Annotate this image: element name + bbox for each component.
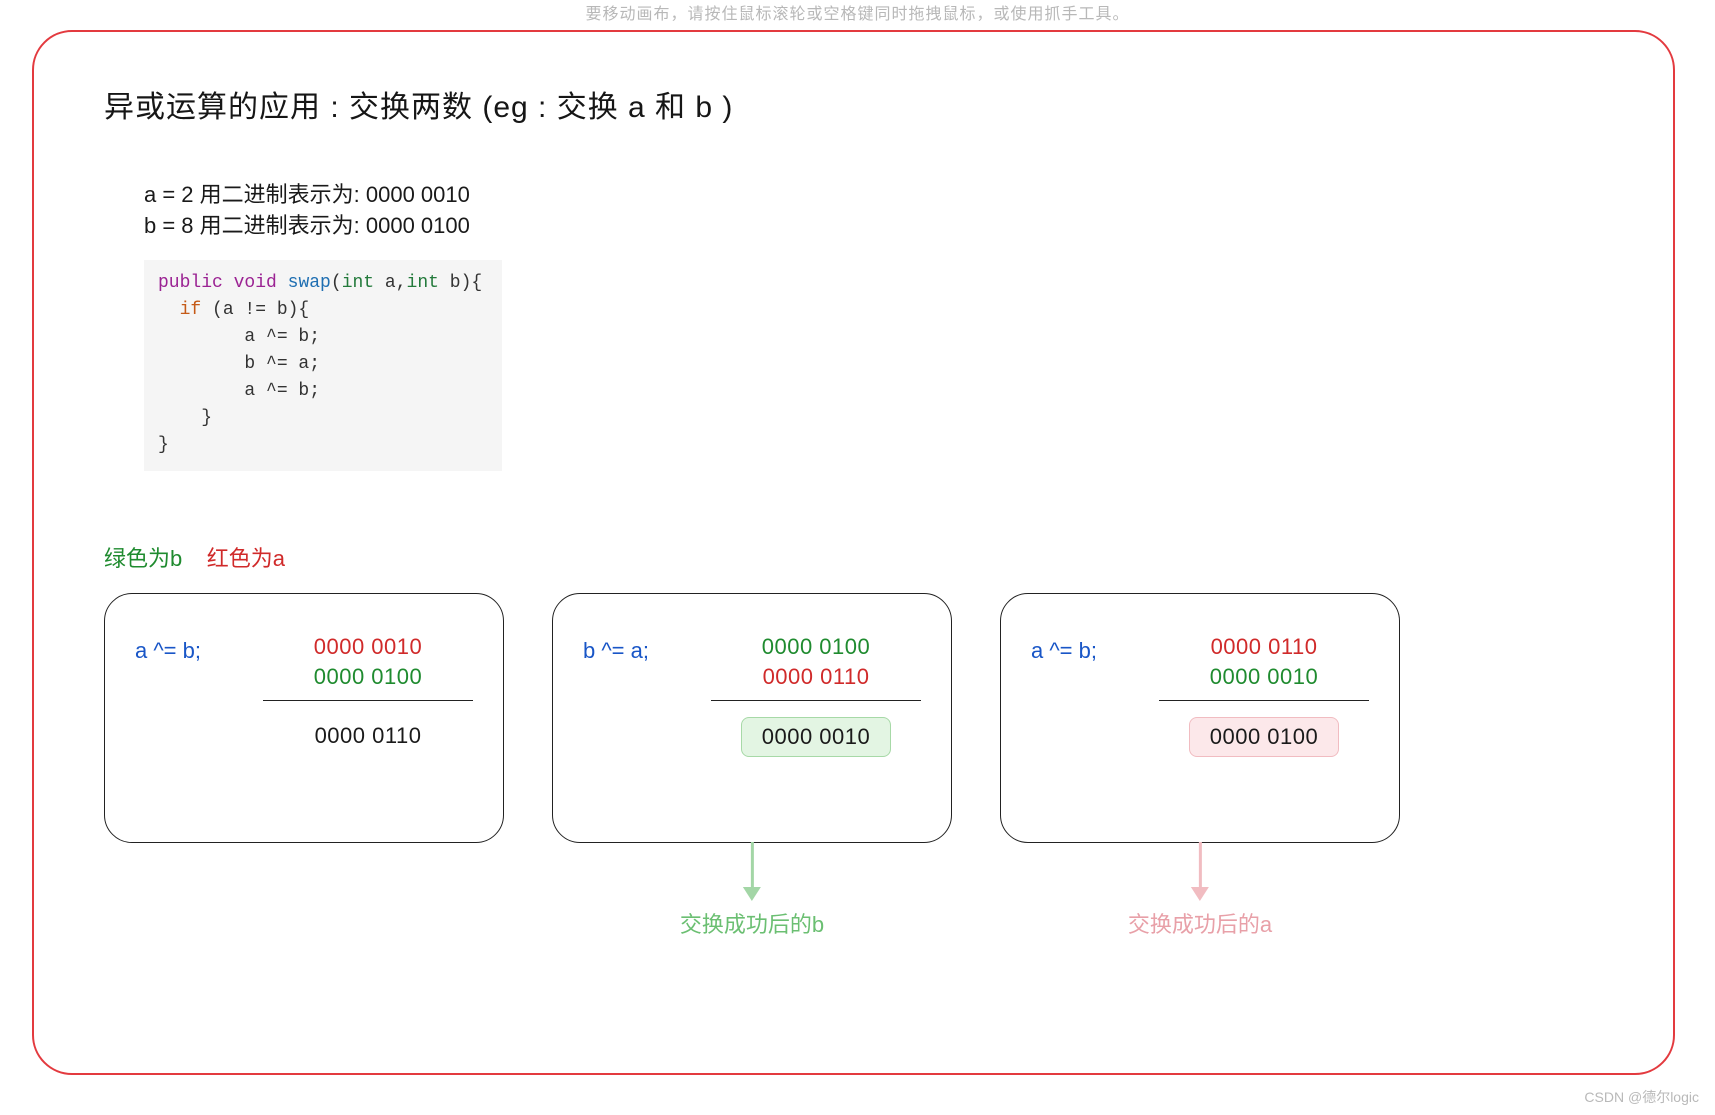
operand-row: 0000 0010 [263,634,473,660]
binary-intro: a = 2 用二进制表示为: 0000 0010 b = 8 用二进制表示为: … [144,180,1603,242]
legend-green: 绿色为b [104,546,182,571]
arrow-down-icon [751,842,754,888]
code-line-3: a ^= b; [244,327,320,347]
code-block: public void swap(int a,int b){ if (a != … [144,260,502,471]
operand-row: 0000 0100 [711,634,921,660]
result-arrow: 交换成功后的b [680,842,824,939]
watermark: CSDN @德尔logic [1584,1087,1699,1107]
calc-column: 0000 0010 0000 0100 0000 0110 [263,630,473,759]
operation-label: a ^= b; [1031,638,1097,664]
xor-step-card: a ^= b;0000 01100000 00100000 0100交换成功后的… [1000,593,1400,843]
arrow-down-icon [1191,887,1209,901]
kw-if: if [180,300,202,320]
result-row: 0000 0010 [741,717,892,757]
arrow-down-icon [1199,842,1202,888]
operand-row: 0000 0110 [711,664,921,690]
kw-type-a: int [342,273,374,293]
intro-a-line: a = 2 用二进制表示为: 0000 0010 [144,180,1603,211]
calc-column: 0000 0100 0000 0110 0000 0010 [711,630,921,761]
param-b: b [450,273,461,293]
calc-column: 0000 0110 0000 0010 0000 0100 [1159,630,1369,761]
xor-step-card: a ^= b; 0000 0010 0000 0100 0000 0110 [104,593,504,843]
code-line-4: b ^= a; [244,354,320,374]
result-row: 0000 0110 [295,717,442,755]
kw-type-b: int [407,273,439,293]
page-title: 异或运算的应用 : 交换两数 (eg : 交换 a 和 b ) [104,82,1603,126]
legend-red: 红色为a [207,546,285,571]
kw-void: void [234,273,277,293]
result-row: 0000 0100 [1189,717,1340,757]
operand-row: 0000 0010 [1159,664,1369,690]
operand-row: 0000 0100 [263,664,473,690]
main-frame: 异或运算的应用 : 交换两数 (eg : 交换 a 和 b ) a = 2 用二… [32,30,1675,1075]
arrow-caption: 交换成功后的a [1128,907,1272,939]
fn-name: swap [288,273,331,293]
arrow-down-icon [743,887,761,901]
result-arrow: 交换成功后的a [1128,842,1272,939]
color-legend: 绿色为b 红色为a [104,541,1603,573]
intro-b-line: b = 8 用二进制表示为: 0000 0100 [144,211,1603,242]
operand-row: 0000 0110 [1159,634,1369,660]
xor-step-card: b ^= a;0000 01000000 01100000 0010交换成功后的… [552,593,952,843]
kw-public: public [158,273,223,293]
operation-label: b ^= a; [583,638,649,664]
canvas-hint-text: 要移动画布，请按住鼠标滚轮或空格键同时拖拽鼠标，或使用抓手工具。 [0,0,1715,24]
arrow-caption: 交换成功后的b [680,907,824,939]
code-line-5: a ^= b; [244,381,320,401]
param-a: a [385,273,396,293]
operation-label: a ^= b; [135,638,201,664]
steps-row: a ^= b; 0000 0010 0000 0100 0000 0110 b ^= a… [104,593,1603,843]
